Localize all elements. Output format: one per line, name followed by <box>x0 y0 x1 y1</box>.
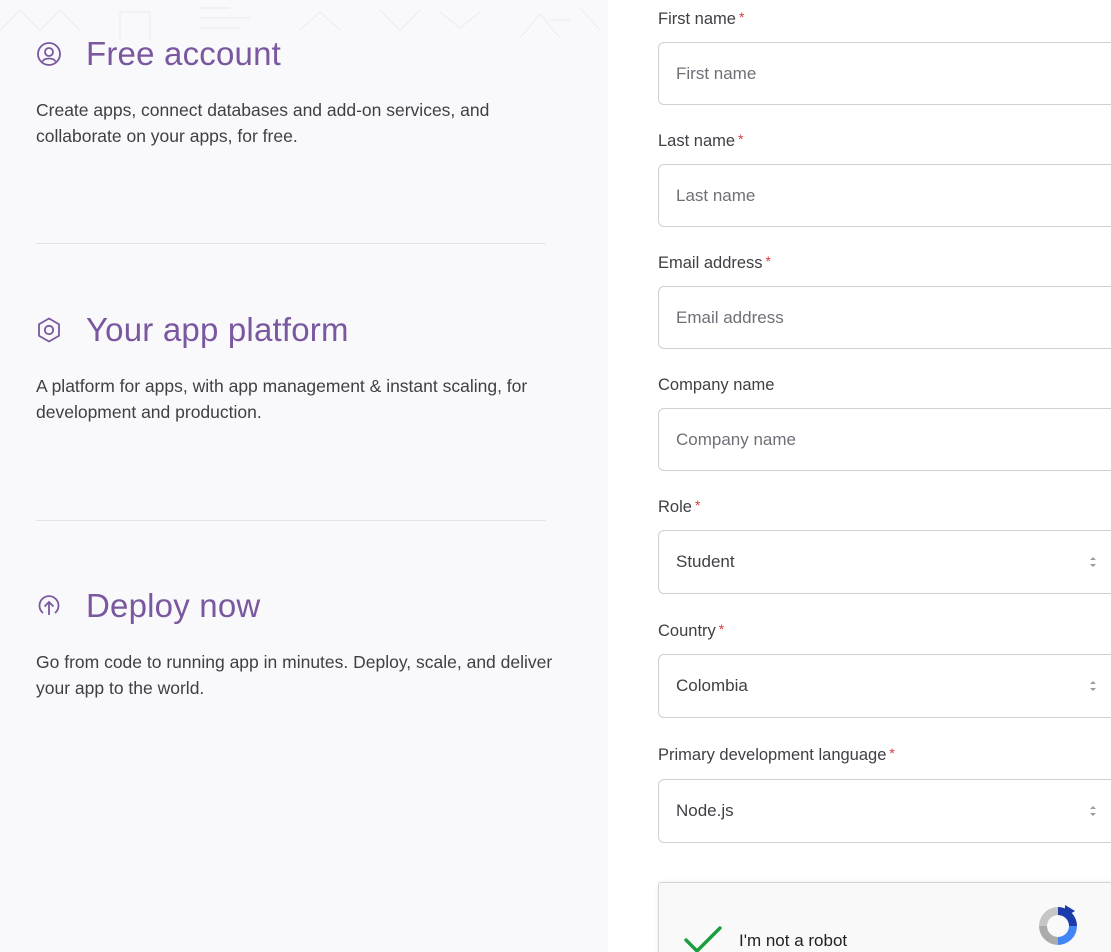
country-selected-value: Colombia <box>676 676 748 695</box>
last-name-label: Last name * <box>658 131 744 150</box>
features-panel: Free account Create apps, connect databa… <box>0 0 608 952</box>
last-name-box <box>658 164 1111 227</box>
language-select[interactable]: Node.js <box>658 779 1111 843</box>
role-selected-value: Student <box>676 552 735 571</box>
language-label: Primary development language * <box>658 745 895 764</box>
company-input[interactable] <box>659 409 1111 470</box>
email-box <box>658 286 1111 349</box>
required-mark: * <box>738 9 745 25</box>
user-circle-icon <box>36 41 62 67</box>
company-label: Company name <box>658 376 775 394</box>
feature-description: A platform for apps, with app management… <box>36 376 528 422</box>
feature-app-platform: Your app platform A platform for apps, w… <box>36 310 556 425</box>
country-select[interactable]: Colombia <box>658 654 1111 718</box>
feature-title: Deploy now <box>86 587 261 624</box>
country-label: Country * <box>658 621 725 640</box>
language-selected-value: Node.js <box>676 801 734 820</box>
select-arrows-icon <box>1087 780 1099 842</box>
select-arrows-icon <box>1087 655 1099 717</box>
feature-free-account: Free account Create apps, connect databa… <box>36 34 556 149</box>
company-box <box>658 408 1111 471</box>
recaptcha-label: I'm not a robot <box>739 931 848 950</box>
first-name-input[interactable] <box>659 43 1111 104</box>
section-divider <box>36 243 546 244</box>
feature-title: Your app platform <box>86 311 349 348</box>
feature-description: Create apps, connect databases and add-o… <box>36 100 490 146</box>
hexagon-icon <box>36 317 62 343</box>
first-name-box <box>658 42 1111 105</box>
feature-title: Free account <box>86 35 282 72</box>
checkmark-icon[interactable] <box>683 925 723 952</box>
select-arrows-icon <box>1087 531 1099 593</box>
role-select[interactable]: Student <box>658 530 1111 594</box>
required-mark: * <box>889 745 895 761</box>
feature-description: Go from code to running app in minutes. … <box>36 652 553 698</box>
section-divider <box>36 520 546 521</box>
recaptcha-logo-icon <box>1035 903 1081 949</box>
last-name-input[interactable] <box>659 165 1111 226</box>
feature-deploy-now: Deploy now Go from code to running app i… <box>36 586 556 701</box>
required-mark: * <box>694 497 701 513</box>
required-mark: * <box>765 253 771 269</box>
required-mark: * <box>738 131 744 147</box>
required-mark: * <box>718 621 725 637</box>
recaptcha-widget: I'm not a robot <box>658 882 1111 952</box>
first-name-label: First name * <box>658 9 745 28</box>
role-label: Role * <box>658 497 701 516</box>
email-label: Email address * <box>658 253 771 272</box>
email-input[interactable] <box>659 287 1111 348</box>
upload-arrow-icon <box>36 593 62 619</box>
